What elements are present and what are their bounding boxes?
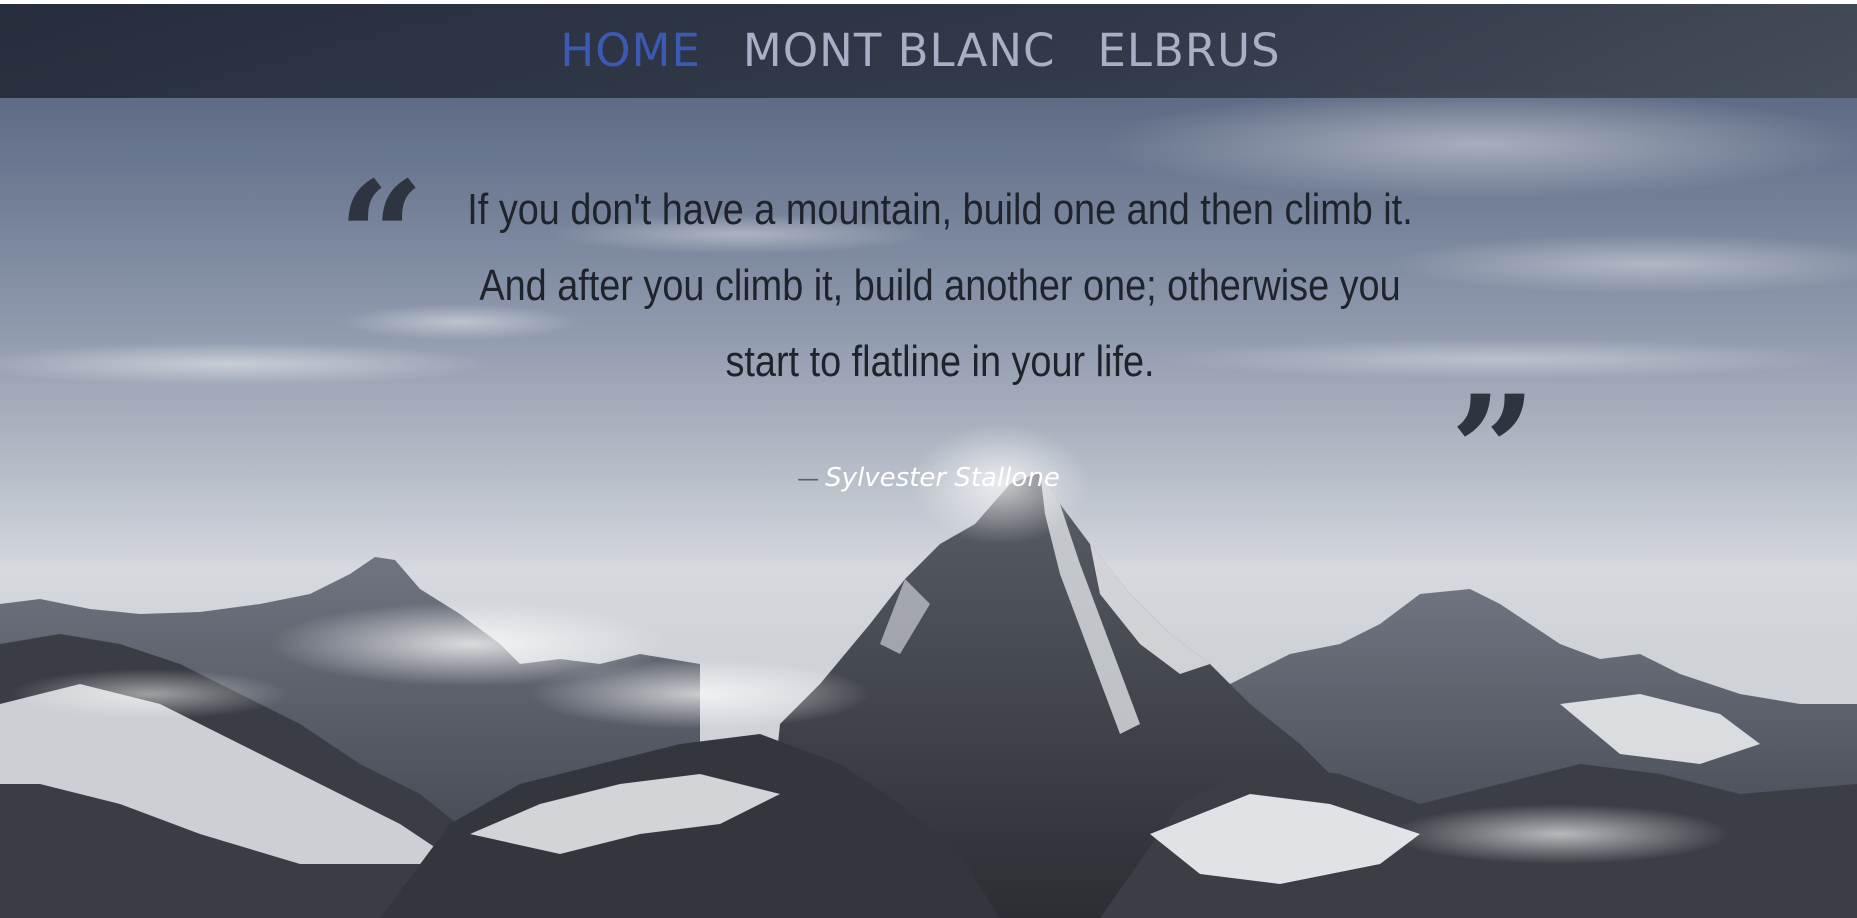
quote-line: start to flatline in your life. [725,337,1155,386]
author-dash: — [797,467,820,492]
top-navbar: HOME MONT BLANC ELBRUS [0,4,1857,98]
nav-list: HOME MONT BLANC ELBRUS [560,24,1280,77]
quote-line: And after you climb it, build another on… [479,261,1401,310]
nav-link-elbrus[interactable]: ELBRUS [1097,24,1280,77]
quote-line: If you don't have a mountain, build one … [467,185,1413,234]
quote-text: If you don't have a mountain, build one … [458,172,1421,400]
nav-link-home[interactable]: HOME [560,24,701,77]
author-name: Sylvester Stallone [825,463,1060,493]
mountain-background-image [0,89,1857,918]
nav-link-mont-blanc[interactable]: MONT BLANC [743,24,1056,77]
quote-block: If you don't have a mountain, build one … [380,172,1500,400]
hero-section: HOME MONT BLANC ELBRUS [0,4,1857,918]
quote-author: — Sylvester Stallone [0,463,1857,493]
